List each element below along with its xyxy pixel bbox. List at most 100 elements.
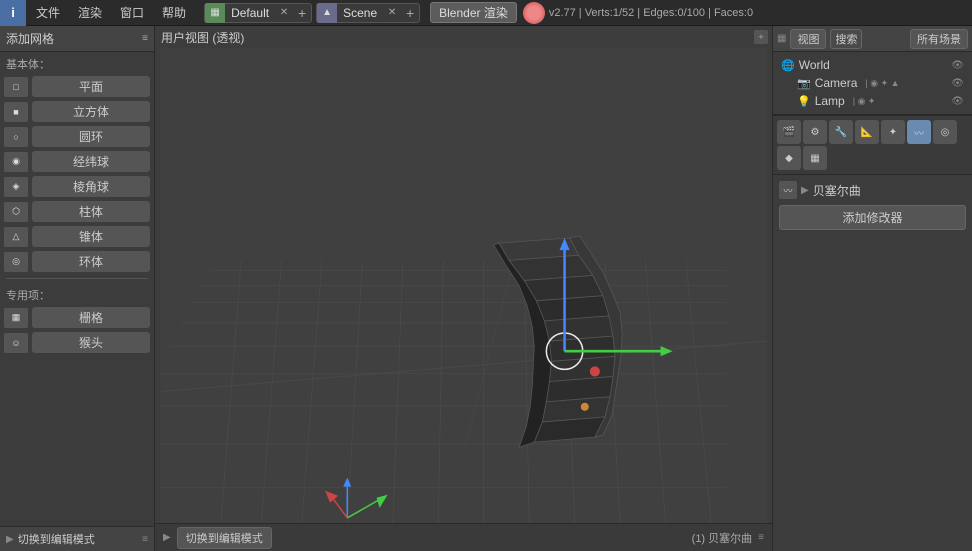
torus-label: 环体 [32,251,150,272]
circle-label: 圆环 [32,126,150,147]
uvsphere-label: 经纬球 [32,151,150,172]
bottom-left-corner[interactable]: ▶ [163,532,171,543]
prop-scene-icon[interactable]: ⚙ [803,120,827,144]
sidebar-item-monkey[interactable]: ☺ 猴头 [0,330,154,355]
right-panel-corner: ▦ [777,33,786,44]
render-engine-selector[interactable]: Blender 渲染 [430,2,517,23]
tab-default-label: Default [225,6,275,20]
cone-icon: △ [4,227,28,247]
viewport-header: 用户视图 (透视) [155,26,772,48]
sidebar-header: 添加网格 ≡ [0,26,154,52]
menu-render[interactable]: 渲染 [70,2,110,23]
tree-item-lamp[interactable]: 💡 Lamp | ◉ ✦ 👁 [793,92,968,110]
prop-data-icon[interactable]: ◎ [933,120,957,144]
sidebar-item-circle[interactable]: ○ 圆环 [0,124,154,149]
grid-label: 栅格 [32,307,150,328]
special-section-label: 专用项： [0,283,154,305]
tab-scene-add[interactable]: + [401,3,419,23]
props-object-row: 〰 ▶ 贝塞尔曲 [779,181,966,199]
cone-label: 锥体 [32,226,150,247]
cylinder-label: 柱体 [32,201,150,222]
main-layout: 添加网格 ≡ 基本体： □ 平面 ■ 立方体 ○ 圆环 ◉ 经纬球 ◈ 棱角球 … [0,26,972,551]
camera-icon: 📷 [797,77,811,90]
monkey-label: 猴头 [32,332,150,353]
properties-panel: 🎬 ⚙ 🔧 📐 ✦ 〰 ◎ ◆ ▦ 〰 ▶ 贝塞尔曲 添加修改器 [773,115,972,236]
viewport[interactable]: 用户视图 (透视) + [155,26,772,551]
menu-help[interactable]: 帮助 [154,2,194,23]
lamp-icon: 💡 [797,95,811,108]
add-modifier-button[interactable]: 添加修改器 [779,205,966,230]
right-panel: ▦ 视图 搜索 所有场景 🌐 World 👁 📷 Camera | ◉ ✦ ▲ … [772,26,972,551]
tab-default-add[interactable]: + [293,3,311,23]
tab-default-icon: ▦ [205,3,225,23]
camera-visibility-icon[interactable]: 👁 [951,78,964,89]
sidebar-item-uvsphere[interactable]: ◉ 经纬球 [0,149,154,174]
viewport-title: 用户视图 (透视) [161,29,244,46]
tab-scene-close[interactable]: ✕ [383,3,401,23]
sidebar-collapse-btn[interactable]: ≡ [142,33,148,44]
world-visibility-icon[interactable]: 👁 [951,60,964,71]
sidebar-item-cone[interactable]: △ 锥体 [0,224,154,249]
search-button[interactable]: 搜索 [830,29,862,49]
edit-mode-toggle[interactable]: 切换到编辑模式 [177,527,272,549]
sidebar-item-cube[interactable]: ■ 立方体 [0,99,154,124]
camera-options[interactable]: | ◉ ✦ ▲ [865,78,899,89]
lamp-visibility-icon[interactable]: 👁 [951,96,964,107]
menu-window[interactable]: 窗口 [112,2,152,23]
edit-mode-button[interactable]: 切换到编辑模式 [18,531,95,547]
torus-icon: ◎ [4,252,28,272]
workspace-tabs: ▦ Default ✕ + ▲ Scene ✕ + [204,3,420,23]
props-content: 〰 ▶ 贝塞尔曲 添加修改器 [773,175,972,236]
plane-label: 平面 [32,76,150,97]
uvsphere-icon: ◉ [4,152,28,172]
cube-label: 立方体 [32,101,150,122]
lamp-label: Lamp [815,94,845,108]
menu-file[interactable]: 文件 [28,2,68,23]
icosphere-icon: ◈ [4,177,28,197]
view-button[interactable]: 视图 [790,29,826,49]
cylinder-icon: ⬡ [4,202,28,222]
prop-material-icon[interactable]: ◆ [777,146,801,170]
mode-switcher-bar: ▶ 切换到编辑模式 ≡ [0,526,154,551]
top-bar: i 文件 渲染 窗口 帮助 ▦ Default ✕ + ▲ Scene ✕ + … [0,0,972,26]
plane-icon: □ [4,77,28,97]
prop-render-icon[interactable]: 🎬 [777,120,801,144]
prop-modifier-icon active[interactable]: 〰 [907,120,931,144]
tree-item-camera[interactable]: 📷 Camera | ◉ ✦ ▲ 👁 [793,74,968,92]
world-icon: 🌐 [781,59,795,72]
lamp-options[interactable]: | ◉ ✦ [853,96,876,107]
sidebar-item-grid[interactable]: ▦ 栅格 [0,305,154,330]
sidebar-item-icosphere[interactable]: ◈ 棱角球 [0,174,154,199]
sidebar-item-torus[interactable]: ◎ 环体 [0,249,154,274]
monkey-icon: ☺ [4,333,28,353]
props-object-name: 贝塞尔曲 [813,182,861,199]
sidebar-divider [6,278,148,279]
prop-object-icon[interactable]: 📐 [855,120,879,144]
app-icon-label: i [11,5,15,20]
tab-default[interactable]: ▦ Default ✕ + [204,3,312,23]
right-panel-toolbar: ▦ 视图 搜索 所有场景 [773,26,972,52]
sidebar-item-cylinder[interactable]: ⬡ 柱体 [0,199,154,224]
camera-label: Camera [815,76,858,90]
bottom-right-corner[interactable]: ≡ [758,532,764,543]
tab-scene-icon: ▲ [317,3,337,23]
prop-texture-icon[interactable]: ▦ [803,146,827,170]
blender-logo [523,2,545,24]
icosphere-label: 棱角球 [32,176,150,197]
scene-viewport[interactable] [155,48,772,523]
prop-constraint-icon[interactable]: ✦ [881,120,905,144]
circle-icon: ○ [4,127,28,147]
mode-triangle-icon: ▶ [6,534,14,545]
tab-scene[interactable]: ▲ Scene ✕ + [316,3,420,23]
mode-collapse-icon: ≡ [142,534,148,545]
cube-icon: ■ [4,102,28,122]
app-icon: i [0,0,26,26]
tab-default-close[interactable]: ✕ [275,3,293,23]
sidebar-item-plane[interactable]: □ 平面 [0,74,154,99]
world-label: World [799,58,830,72]
tree-item-world[interactable]: 🌐 World 👁 [777,56,968,74]
scene-tree: 🌐 World 👁 📷 Camera | ◉ ✦ ▲ 👁 💡 Lamp | ◉ … [773,52,972,114]
top-menu: 文件 渲染 窗口 帮助 [28,2,194,23]
prop-world-icon[interactable]: 🔧 [829,120,853,144]
scene-dropdown[interactable]: 所有场景 [910,29,968,49]
